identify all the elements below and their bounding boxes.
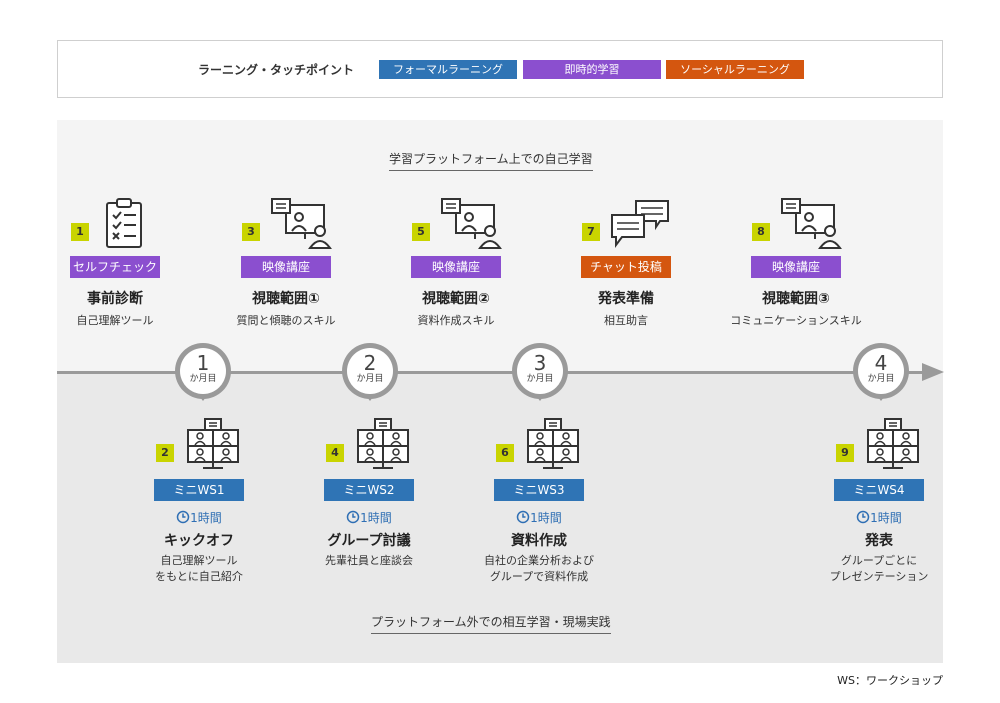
item-subtitle: グループごとに xyxy=(840,554,918,567)
footnote: WS：ワークショップ xyxy=(837,674,943,687)
month-marker-3: 3 か月目 xyxy=(512,343,568,401)
item-title: 事前診断 xyxy=(87,291,143,307)
legend-title: ラーニング・タッチポイント xyxy=(198,63,355,77)
item-subtitle: 自社の企業分析および xyxy=(484,554,594,567)
step-number: 4 xyxy=(326,444,344,462)
item-subtitle: 自己理解ツール xyxy=(160,554,238,567)
month-marker-4: 4 か月目 xyxy=(853,343,909,401)
item-title: 発表 xyxy=(865,533,893,549)
legend-box: ラーニング・タッチポイント フォーマルラーニング 即時的学習 ソーシャルラーニン… xyxy=(57,40,943,98)
legend-tag-formal: フォーマルラーニング xyxy=(379,60,517,79)
tag-video-lecture: 映像講座 xyxy=(751,256,841,278)
step-number: 3 xyxy=(242,223,260,241)
clock-icon xyxy=(856,510,870,524)
item-subtitle: をもとに自己紹介 xyxy=(155,570,243,583)
item-subtitle: 相互助言 xyxy=(604,314,648,327)
online-meeting-icon xyxy=(185,418,241,470)
item-title: グループ討議 xyxy=(327,533,411,549)
duration-label: 1時間 xyxy=(139,509,259,526)
legend-tag-justintime: 即時的学習 xyxy=(523,60,661,79)
timeline-arrow-icon xyxy=(922,363,944,381)
month-marker-1: 1 か月目 xyxy=(175,343,231,401)
step-number: 7 xyxy=(582,223,600,241)
item-title: 視聴範囲① xyxy=(252,291,320,307)
duration-label: 1時間 xyxy=(819,509,939,526)
legend-tag-social: ソーシャルラーニング xyxy=(666,60,804,79)
step-number: 8 xyxy=(752,223,770,241)
video-lecture-icon xyxy=(778,197,842,249)
chat-bubbles-icon xyxy=(608,197,672,249)
online-meeting-icon xyxy=(525,418,581,470)
clock-icon xyxy=(516,510,530,524)
item-subtitle: コミュニケーションスキル xyxy=(730,314,862,327)
item-title: キックオフ xyxy=(164,533,234,549)
item-subtitle: 先輩社員と座談会 xyxy=(325,554,413,567)
tag-mini-ws: ミニWS2 xyxy=(324,479,414,501)
item-title: 視聴範囲② xyxy=(422,291,490,307)
step-number: 6 xyxy=(496,444,514,462)
step-number: 5 xyxy=(412,223,430,241)
tag-mini-ws: ミニWS1 xyxy=(154,479,244,501)
duration-label: 1時間 xyxy=(479,509,599,526)
step-number: 1 xyxy=(71,223,89,241)
item-subtitle: プレゼンテーション xyxy=(829,570,929,583)
item-subtitle: 自己理解ツール xyxy=(76,314,154,327)
tag-video-lecture: 映像講座 xyxy=(411,256,501,278)
tag-self-check: セルフチェック xyxy=(70,256,160,278)
item-subtitle: 質問と傾聴のスキル xyxy=(236,314,336,327)
top-section-title: 学習プラットフォーム上での自己学習 xyxy=(389,150,593,171)
tag-mini-ws: ミニWS4 xyxy=(834,479,924,501)
duration-label: 1時間 xyxy=(309,509,429,526)
online-meeting-icon xyxy=(355,418,411,470)
clock-icon xyxy=(346,510,360,524)
item-subtitle: グループで資料作成 xyxy=(489,570,589,583)
clock-icon xyxy=(176,510,190,524)
video-lecture-icon xyxy=(268,197,332,249)
tag-mini-ws: ミニWS3 xyxy=(494,479,584,501)
item-title: 視聴範囲③ xyxy=(762,291,830,307)
item-title: 資料作成 xyxy=(511,533,567,549)
month-marker-2: 2 か月目 xyxy=(342,343,398,401)
step-number: 2 xyxy=(156,444,174,462)
bottom-section-title: プラットフォーム外での相互学習・現場実践 xyxy=(371,613,611,634)
item-subtitle: 資料作成スキル xyxy=(417,314,495,327)
clipboard-checklist-icon xyxy=(104,197,144,249)
tag-chat-post: チャット投稿 xyxy=(581,256,671,278)
video-lecture-icon xyxy=(438,197,502,249)
step-number: 9 xyxy=(836,444,854,462)
item-title: 発表準備 xyxy=(598,291,654,307)
tag-video-lecture: 映像講座 xyxy=(241,256,331,278)
online-meeting-icon xyxy=(865,418,921,470)
